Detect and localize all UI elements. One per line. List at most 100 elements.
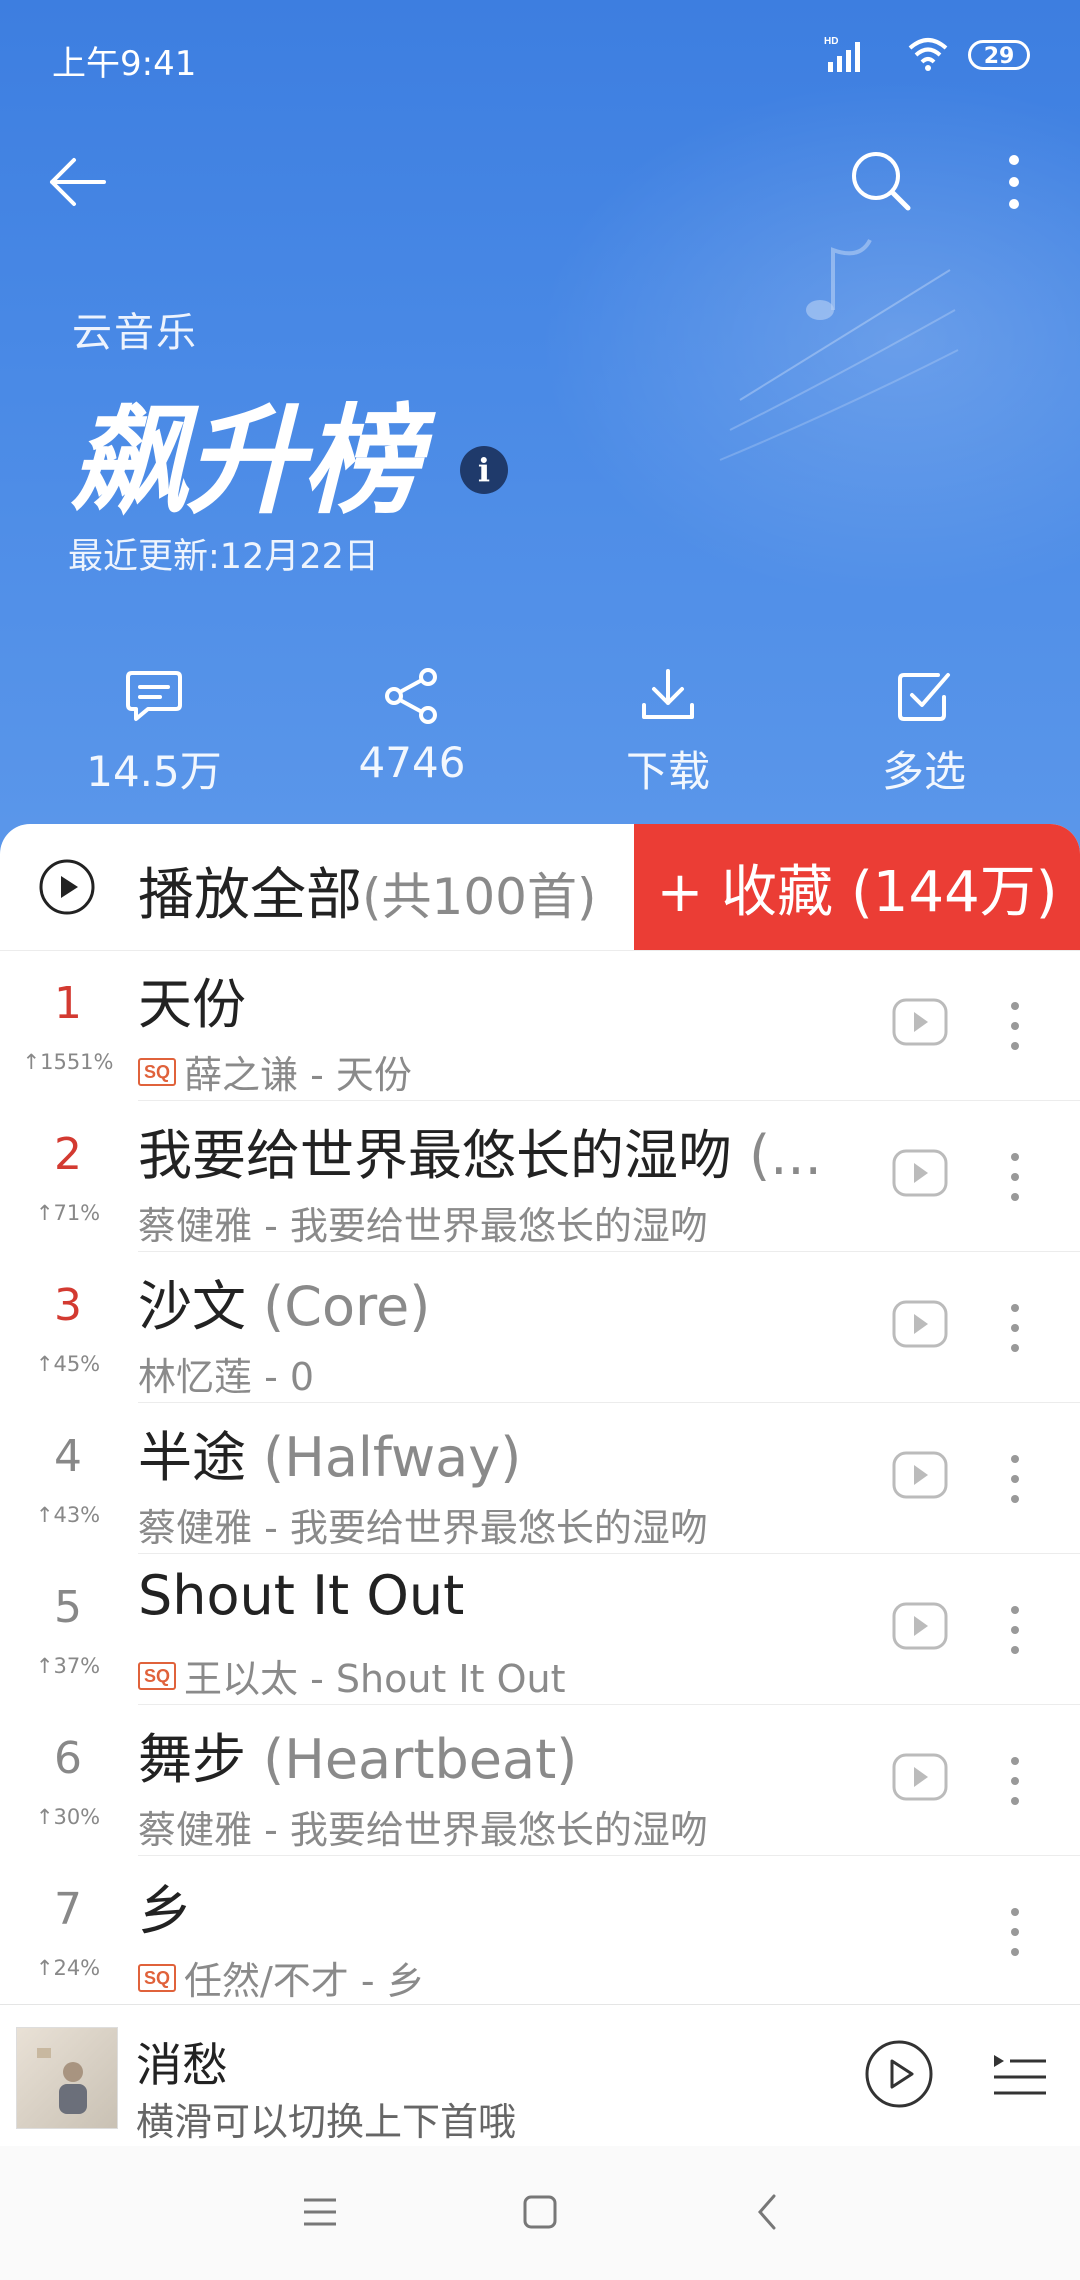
now-playing-title: 消愁 — [136, 2038, 228, 2092]
action-bar: 14.5万 4746 下载 多选 — [0, 660, 1080, 800]
rank-change: ↑1551% — [22, 1050, 114, 1074]
play-pause-icon[interactable] — [864, 2039, 934, 2109]
menu-icon[interactable] — [300, 2192, 340, 2232]
rank-change: ↑71% — [35, 1201, 101, 1225]
mv-play-icon[interactable] — [892, 1451, 948, 1499]
song-artist: 蔡健雅 - 我要给世界最悠长的湿吻 — [138, 1506, 708, 1550]
home-icon[interactable] — [520, 2192, 560, 2232]
album-cover[interactable] — [16, 2027, 118, 2129]
mini-player[interactable]: 消愁 横滑可以切换上下首哦 — [0, 2004, 1080, 2145]
song-row[interactable]: 6 ↑30% 舞步 (Heartbeat) 蔡健雅 - 我要给世界最悠长的湿吻 — [0, 1705, 1080, 1856]
rank-change: ↑43% — [35, 1503, 101, 1527]
song-title-text: Shout It Out — [138, 1564, 465, 1627]
song-more-icon[interactable] — [1000, 1149, 1030, 1205]
song-title: 乡 — [138, 1866, 192, 1945]
chart-title: 飙升榜 — [70, 392, 420, 530]
mv-play-icon[interactable] — [892, 1753, 948, 1801]
nav-back-icon[interactable] — [748, 2192, 788, 2232]
song-subtitle: 林忆莲 - 0 — [138, 1346, 314, 1401]
update-date: 最近更新:12月22日 — [68, 537, 379, 577]
sq-badge: SQ — [138, 1057, 176, 1086]
song-row[interactable]: 3 ↑45% 沙文 (Core) 林忆莲 - 0 — [0, 1252, 1080, 1403]
status-time: 上午9:41 — [52, 44, 197, 84]
mv-play-icon[interactable] — [892, 998, 948, 1046]
song-alias: (Halfway) — [246, 1426, 522, 1489]
song-artist: 林忆莲 - 0 — [138, 1355, 315, 1399]
mv-play-icon[interactable] — [892, 1300, 948, 1348]
song-row[interactable]: 4 ↑43% 半途 (Halfway) 蔡健雅 - 我要给世界最悠长的湿吻 — [0, 1403, 1080, 1554]
brand-label: 云音乐 — [72, 310, 198, 356]
song-row[interactable]: 2 ↑71% 我要给世界最悠长的湿吻 (... 蔡健雅 - 我要给世界最悠长的湿… — [0, 1101, 1080, 1252]
battery-icon: 29 — [968, 40, 1030, 70]
song-rank: 7 — [54, 1884, 82, 1935]
song-rank: 4 — [54, 1431, 82, 1482]
song-row[interactable]: 7 ↑24% 乡 SQ 任然/不才 - 乡 — [0, 1856, 1080, 2007]
song-more-icon[interactable] — [1000, 1300, 1030, 1356]
header-banner: 上午9:41 HD 29 云音乐 飙升榜 i 最近更新:12月22日 14.5万… — [0, 0, 1080, 860]
now-playing-hint: 横滑可以切换上下首哦 — [136, 2100, 517, 2144]
song-title-text: 舞步 — [138, 1728, 246, 1791]
song-title: Shout It Out — [138, 1564, 464, 1627]
song-artist: 蔡健雅 - 我要给世界最悠长的湿吻 — [138, 1808, 708, 1852]
info-icon[interactable]: i — [460, 446, 508, 494]
song-artist: 王以太 - Shout It Out — [184, 1657, 566, 1701]
song-row[interactable]: 5 ↑37% Shout It Out SQ 王以太 - Shout It Out — [0, 1554, 1080, 1705]
status-bar: 上午9:41 HD 29 — [0, 0, 1080, 120]
wifi-icon — [908, 38, 948, 71]
playlist-queue-icon[interactable] — [990, 2051, 1048, 2099]
download-icon — [642, 669, 694, 719]
song-subtitle: 蔡健雅 - 我要给世界最悠长的湿吻 — [138, 1497, 708, 1552]
album-art-icon — [37, 2048, 87, 2114]
song-title: 半途 (Halfway) — [138, 1413, 521, 1492]
song-rank: 3 — [54, 1280, 82, 1331]
rank-change: ↑37% — [35, 1654, 101, 1678]
song-subtitle: 蔡健雅 - 我要给世界最悠长的湿吻 — [138, 1195, 708, 1250]
comment-count: 14.5万 — [86, 747, 222, 796]
mv-play-icon[interactable] — [892, 1602, 948, 1650]
sq-badge: SQ — [138, 1661, 176, 1690]
mv-play-icon[interactable] — [892, 1149, 948, 1197]
back-arrow-icon[interactable] — [46, 150, 110, 214]
song-more-icon[interactable] — [1000, 998, 1030, 1054]
play-all-bar: 播放全部(共100首) + 收藏 (144万) — [0, 824, 1080, 951]
song-title: 沙文 (Core) — [138, 1262, 430, 1341]
search-icon[interactable] — [848, 148, 914, 214]
signal-icon: HD — [824, 36, 860, 72]
song-artist: 薛之谦 - 天份 — [184, 1053, 412, 1097]
song-row[interactable]: 1 ↑1551% 天份 SQ 薛之谦 - 天份 — [0, 950, 1080, 1101]
song-rank: 1 — [54, 978, 82, 1029]
song-title-text: 沙文 — [138, 1275, 246, 1338]
song-rank: 5 — [54, 1582, 82, 1633]
song-title: 天份 — [138, 960, 246, 1039]
favorite-button[interactable]: + 收藏 (144万) — [634, 824, 1080, 950]
rank-change: ↑45% — [35, 1352, 101, 1376]
play-all-label: 播放全部 — [138, 863, 362, 928]
song-artist: 任然/不才 - 乡 — [184, 1959, 425, 2003]
song-alias: (Core) — [246, 1275, 431, 1338]
sq-badge: SQ — [138, 1963, 176, 1992]
song-subtitle: SQ 王以太 - Shout It Out — [138, 1648, 565, 1703]
comment-button[interactable]: 14.5万 — [44, 660, 264, 799]
song-alias: (Heartbeat) — [246, 1728, 578, 1791]
multiselect-button[interactable]: 多选 — [814, 660, 1034, 799]
song-subtitle: SQ 任然/不才 - 乡 — [138, 1950, 425, 2005]
play-all-button[interactable]: 播放全部(共100首) — [138, 850, 596, 931]
download-label: 下载 — [625, 747, 710, 796]
song-rank: 6 — [54, 1733, 82, 1784]
rank-change: ↑24% — [35, 1956, 101, 1980]
rank-change: ↑30% — [35, 1805, 101, 1829]
song-title-text: 半途 — [138, 1426, 246, 1489]
song-title-text: 天份 — [138, 973, 246, 1036]
download-button[interactable]: 下载 — [558, 660, 778, 799]
song-more-icon[interactable] — [1000, 1602, 1030, 1658]
play-all-icon[interactable] — [38, 858, 96, 916]
share-button[interactable]: 4746 — [302, 660, 522, 787]
share-count: 4746 — [358, 738, 466, 787]
music-notes-decoration — [719, 238, 959, 461]
song-more-icon[interactable] — [1000, 1451, 1030, 1507]
song-more-icon[interactable] — [1000, 1904, 1030, 1960]
network-label: HD — [824, 36, 838, 47]
more-vertical-icon[interactable] — [994, 150, 1034, 214]
multiselect-icon — [898, 673, 950, 721]
song-more-icon[interactable] — [1000, 1753, 1030, 1809]
